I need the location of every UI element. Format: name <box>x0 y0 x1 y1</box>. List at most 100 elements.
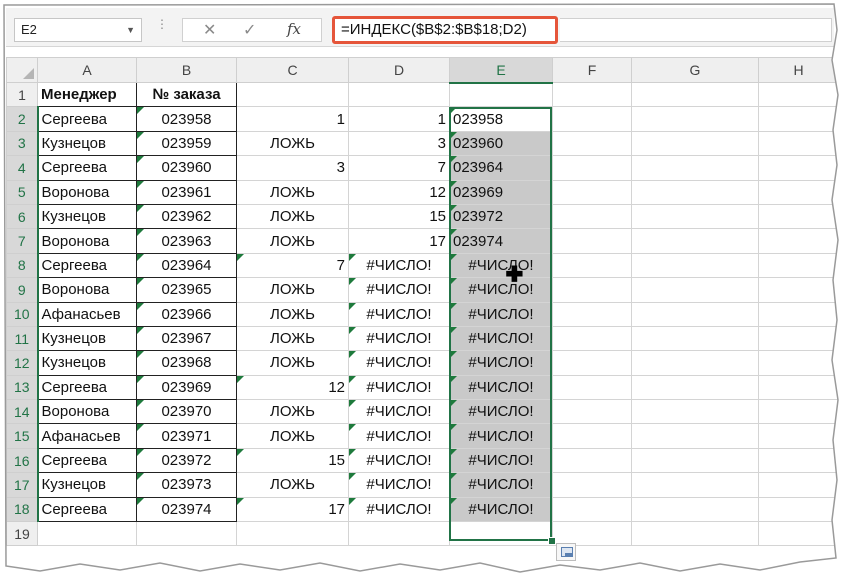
cell-f1[interactable] <box>552 81 632 108</box>
cell-c17[interactable]: ЛОЖЬ <box>236 472 349 498</box>
cell-g10[interactable] <box>631 301 759 327</box>
cell-c9[interactable]: ЛОЖЬ <box>236 277 349 303</box>
column-header-h[interactable]: H <box>758 57 839 83</box>
cell-f9[interactable] <box>552 277 632 303</box>
cell-h10[interactable] <box>758 301 839 327</box>
fill-handle-icon[interactable] <box>548 537 556 545</box>
row-header[interactable]: 6 <box>6 203 39 230</box>
cell-e4[interactable]: 023964 <box>449 155 553 181</box>
cell-g18[interactable] <box>631 496 759 523</box>
cell-c1[interactable] <box>236 81 349 108</box>
cell-c7[interactable]: ЛОЖЬ <box>236 228 349 254</box>
cell-d7[interactable]: 17 <box>348 228 450 254</box>
cell-h5[interactable] <box>758 179 839 205</box>
cell-f11[interactable] <box>552 325 632 352</box>
row-header[interactable]: 2 <box>6 106 39 132</box>
cell-c4[interactable]: 3 <box>236 155 349 181</box>
insert-function-icon[interactable]: fx <box>287 20 301 38</box>
cell-e14[interactable]: #ЧИСЛО! <box>449 399 553 425</box>
column-header-b[interactable]: B <box>136 57 237 83</box>
cell-b7[interactable]: 023963 <box>136 228 237 254</box>
cell-h1[interactable] <box>758 81 839 108</box>
cell-e8[interactable]: #ЧИСЛО! <box>449 252 553 279</box>
cell-f12[interactable] <box>552 350 632 376</box>
cell-c15[interactable]: ЛОЖЬ <box>236 423 349 449</box>
cell-b8[interactable]: 023964 <box>136 252 237 279</box>
cell-f18[interactable] <box>552 496 632 523</box>
cell-b12[interactable]: 023968 <box>136 350 237 376</box>
cell-d8[interactable]: #ЧИСЛО! <box>348 252 450 279</box>
cell-b13[interactable]: 023969 <box>136 374 237 401</box>
cell-e16[interactable]: #ЧИСЛО! <box>449 447 553 474</box>
cell-a18[interactable]: Сергеева <box>37 496 137 523</box>
cell-b6[interactable]: 023962 <box>136 203 237 230</box>
cell-c19[interactable] <box>236 521 349 547</box>
cell-h17[interactable] <box>758 472 839 498</box>
cell-h8[interactable] <box>758 252 839 279</box>
cell-g6[interactable] <box>631 203 759 230</box>
cell-a11[interactable]: Кузнецов <box>37 325 137 352</box>
quick-analysis-icon[interactable] <box>556 543 576 561</box>
cell-h7[interactable] <box>758 228 839 254</box>
cell-d4[interactable]: 7 <box>348 155 450 181</box>
column-header-e[interactable]: E <box>449 57 553 84</box>
cell-e19[interactable] <box>449 521 553 547</box>
cell-f14[interactable] <box>552 399 632 425</box>
cell-c5[interactable]: ЛОЖЬ <box>236 179 349 205</box>
row-header[interactable]: 16 <box>6 447 39 474</box>
cell-c12[interactable]: ЛОЖЬ <box>236 350 349 376</box>
cell-g13[interactable] <box>631 374 759 401</box>
cell-f7[interactable] <box>552 228 632 254</box>
cell-h19[interactable] <box>758 521 839 547</box>
cell-d1[interactable] <box>348 81 450 108</box>
cell-f13[interactable] <box>552 374 632 401</box>
cell-e18[interactable]: #ЧИСЛО! <box>449 496 553 523</box>
cell-d16[interactable]: #ЧИСЛО! <box>348 447 450 474</box>
cell-e17[interactable]: #ЧИСЛО! <box>449 472 553 498</box>
cell-d17[interactable]: #ЧИСЛО! <box>348 472 450 498</box>
cell-b4[interactable]: 023960 <box>136 155 237 181</box>
cell-h12[interactable] <box>758 350 839 376</box>
row-header[interactable]: 19 <box>6 521 38 547</box>
cell-g14[interactable] <box>631 399 759 425</box>
cell-e2[interactable]: 023958 <box>449 106 553 132</box>
column-header-a[interactable]: A <box>37 57 137 83</box>
cell-a3[interactable]: Кузнецов <box>37 130 137 157</box>
name-box[interactable]: E2 ▼ <box>14 18 142 42</box>
cell-c10[interactable]: ЛОЖЬ <box>236 301 349 327</box>
cell-a2[interactable]: Сергеева <box>37 106 137 132</box>
cell-a7[interactable]: Воронова <box>37 228 137 254</box>
cell-h18[interactable] <box>758 496 839 523</box>
cell-b17[interactable]: 023973 <box>136 472 237 498</box>
cell-c11[interactable]: ЛОЖЬ <box>236 325 349 352</box>
cell-a4[interactable]: Сергеева <box>37 155 137 181</box>
cell-g11[interactable] <box>631 325 759 352</box>
cell-e11[interactable]: #ЧИСЛО! <box>449 325 553 352</box>
row-header[interactable]: 3 <box>6 130 39 157</box>
cell-d6[interactable]: 15 <box>348 203 450 230</box>
column-header-c[interactable]: C <box>236 57 349 83</box>
cell-c13[interactable]: 12 <box>236 374 349 401</box>
cell-a14[interactable]: Воронова <box>37 399 137 425</box>
cell-e13[interactable]: #ЧИСЛО! <box>449 374 553 401</box>
cell-h14[interactable] <box>758 399 839 425</box>
cell-c6[interactable]: ЛОЖЬ <box>236 203 349 230</box>
column-header-g[interactable]: G <box>631 57 759 83</box>
cell-f10[interactable] <box>552 301 632 327</box>
cell-g12[interactable] <box>631 350 759 376</box>
cell-g16[interactable] <box>631 447 759 474</box>
cell-h2[interactable] <box>758 106 839 132</box>
cell-a13[interactable]: Сергеева <box>37 374 137 401</box>
row-header[interactable]: 5 <box>6 179 39 205</box>
row-header[interactable]: 1 <box>6 81 38 108</box>
cell-a9[interactable]: Воронова <box>37 277 137 303</box>
cell-f5[interactable] <box>552 179 632 205</box>
cell-e1[interactable] <box>449 81 553 108</box>
cell-a8[interactable]: Сергеева <box>37 252 137 279</box>
cell-c3[interactable]: ЛОЖЬ <box>236 130 349 157</box>
cell-a17[interactable]: Кузнецов <box>37 472 137 498</box>
row-header[interactable]: 8 <box>6 252 39 279</box>
cell-a5[interactable]: Воронова <box>37 179 137 205</box>
enter-icon[interactable]: ✓ <box>243 20 256 40</box>
cell-g4[interactable] <box>631 155 759 181</box>
